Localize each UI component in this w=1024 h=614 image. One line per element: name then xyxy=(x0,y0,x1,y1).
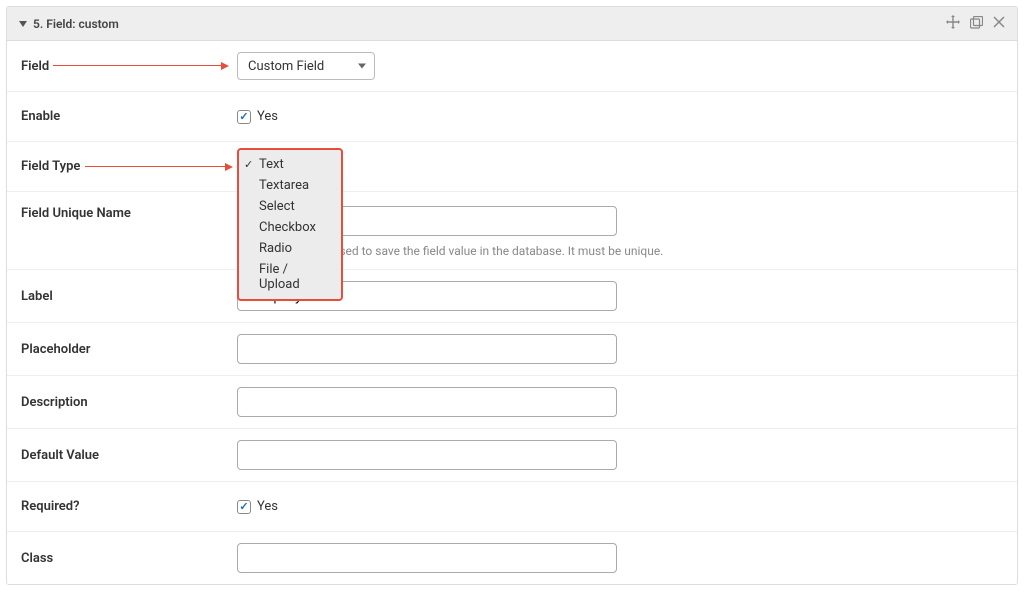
label-placeholder: Placeholder xyxy=(21,342,237,357)
label-field-type: Field Type xyxy=(21,159,237,174)
dropdown-item-radio[interactable]: Radio xyxy=(239,238,341,259)
label-description: Description xyxy=(21,395,237,410)
field-select-value: Custom Field xyxy=(248,59,324,74)
label-required: Required? xyxy=(21,499,237,514)
chevron-down-icon xyxy=(358,64,366,69)
field-config-panel: 5. Field: custom Field Custom Field xyxy=(6,6,1018,585)
caret-down-icon xyxy=(19,21,27,27)
required-checkbox-label: Yes xyxy=(257,499,278,514)
required-checkbox-wrap[interactable]: Yes xyxy=(237,499,1003,514)
dropdown-item-text[interactable]: Text xyxy=(239,154,341,175)
dropdown-item-textarea[interactable]: Textarea xyxy=(239,175,341,196)
field-type-dropdown[interactable]: Text Textarea Select Checkbox Radio File… xyxy=(237,148,343,301)
label-unique-name: Field Unique Name xyxy=(21,206,237,221)
description-input[interactable] xyxy=(237,387,617,417)
row-class: Class xyxy=(7,532,1017,584)
unique-name-help: This name will be used to save the field… xyxy=(237,244,1003,258)
panel-header-actions xyxy=(946,15,1005,32)
field-select[interactable]: Custom Field xyxy=(237,52,375,80)
row-description: Description xyxy=(7,376,1017,429)
panel-header[interactable]: 5. Field: custom xyxy=(7,7,1017,41)
dropdown-item-file[interactable]: File / Upload xyxy=(239,259,341,295)
row-unique-name: Field Unique Name This name will be used… xyxy=(7,192,1017,270)
row-field-type: Field Type xyxy=(7,142,1017,192)
move-icon[interactable] xyxy=(946,15,960,32)
label-field: Field xyxy=(21,59,237,74)
duplicate-icon[interactable] xyxy=(970,16,983,32)
dropdown-item-checkbox[interactable]: Checkbox xyxy=(239,217,341,238)
row-placeholder: Placeholder xyxy=(7,323,1017,376)
label-enable: Enable xyxy=(21,109,237,124)
row-required: Required? Yes xyxy=(7,482,1017,532)
panel-title: 5. Field: custom xyxy=(33,17,119,31)
default-value-input[interactable] xyxy=(237,440,617,470)
panel-header-title-area: 5. Field: custom xyxy=(19,17,119,31)
required-checkbox[interactable] xyxy=(237,500,251,514)
placeholder-input[interactable] xyxy=(237,334,617,364)
enable-checkbox[interactable] xyxy=(237,110,251,124)
close-icon[interactable] xyxy=(993,16,1005,31)
row-field: Field Custom Field xyxy=(7,41,1017,92)
label-label-field: Label xyxy=(21,289,237,304)
row-enable: Enable Yes xyxy=(7,92,1017,142)
label-default-value: Default Value xyxy=(21,448,237,463)
row-label: Label xyxy=(7,270,1017,323)
dropdown-item-select[interactable]: Select xyxy=(239,196,341,217)
enable-checkbox-wrap[interactable]: Yes xyxy=(237,109,1003,124)
class-input[interactable] xyxy=(237,543,617,573)
label-class: Class xyxy=(21,551,237,566)
panel-body: Field Custom Field Enable Yes xyxy=(7,41,1017,584)
row-default-value: Default Value xyxy=(7,429,1017,482)
enable-checkbox-label: Yes xyxy=(257,109,278,124)
